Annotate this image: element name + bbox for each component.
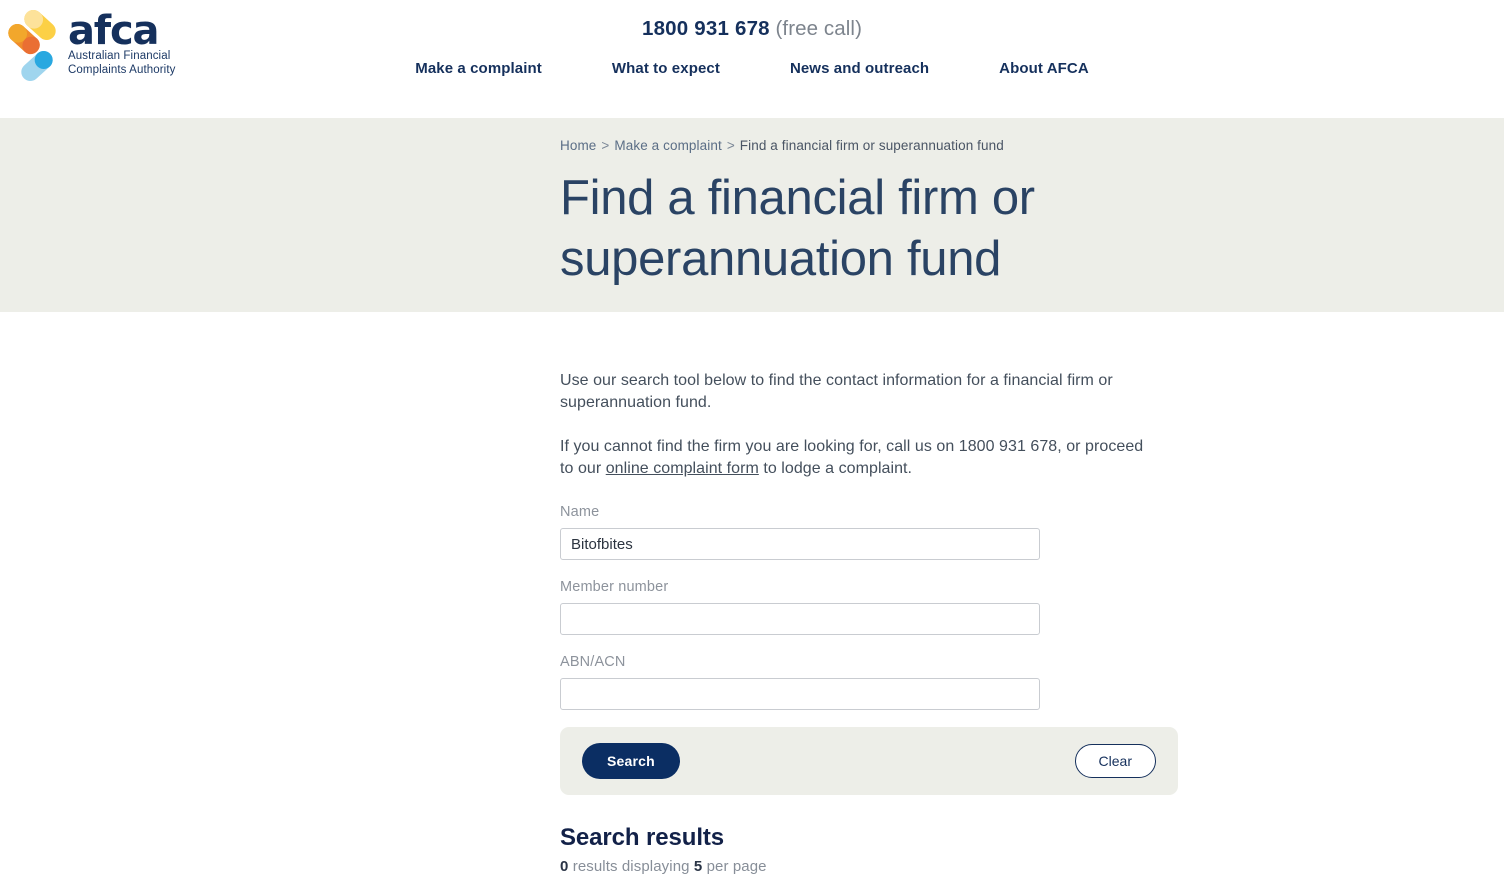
member-number-input[interactable]	[560, 603, 1040, 635]
abn-acn-field-label: ABN/ACN	[560, 654, 626, 670]
search-results-section: Search results 0 results displaying 5 pe…	[560, 823, 1174, 878]
member-number-field-label: Member number	[560, 579, 669, 595]
results-count: 0	[560, 858, 569, 875]
search-results-heading: Search results	[560, 824, 725, 851]
breadcrumb-separator-1: >	[601, 138, 610, 153]
breadcrumb-item-make-a-complaint[interactable]: Make a complaint	[614, 138, 721, 153]
site-header: afca Australian Financial Complaints Aut…	[0, 0, 1504, 118]
header-phone: 1800 931 678 (free call)	[0, 16, 1504, 42]
breadcrumb: Home > Make a complaint > Find a financial f…	[560, 136, 1174, 156]
nav-item-news-and-outreach[interactable]: News and outreach	[755, 58, 964, 80]
results-count-suffix: results displaying	[568, 858, 694, 875]
page-title: Find a financial firm or superannuation …	[560, 171, 1035, 286]
search-results-meta: 0 results displaying 5 per page	[560, 856, 1174, 878]
main-content: Use our search tool below to find the co…	[0, 312, 1504, 878]
intro-paragraph-1: Use our search tool below to find the co…	[560, 372, 1113, 411]
nav-item-what-to-expect[interactable]: What to expect	[577, 58, 755, 80]
online-complaint-form-link[interactable]: online complaint form	[606, 460, 759, 477]
name-input[interactable]	[560, 528, 1040, 560]
abn-acn-input[interactable]	[560, 678, 1040, 710]
results-per-page: 5	[693, 858, 703, 875]
clear-button[interactable]: Clear	[1074, 744, 1156, 778]
nav-item-make-a-complaint[interactable]: Make a complaint	[380, 58, 577, 80]
intro-paragraph-2: If you cannot find the firm you are look…	[560, 436, 1160, 480]
form-button-bar: Search Clear	[560, 727, 1178, 795]
firm-search-form: Name Member number ABN/ACN Search Clear	[560, 502, 1178, 795]
breadcrumb-item-current: Find a financial firm or superannuation …	[739, 138, 1004, 153]
breadcrumb-separator-2: >	[726, 138, 735, 153]
main-navigation: Make a complaint What to expect News and…	[0, 58, 1504, 80]
search-button[interactable]: Search	[582, 743, 680, 779]
name-field-label: Name	[560, 504, 600, 520]
intro-paragraph-2-text-after: to lodge a complaint.	[758, 460, 913, 477]
hero-banner: Home > Make a complaint > Find a financial f…	[0, 118, 1504, 312]
phone-free-call-note: (free call)	[775, 17, 863, 40]
nav-item-about-afca[interactable]: About AFCA	[964, 58, 1124, 80]
breadcrumb-item-home[interactable]: Home	[560, 138, 596, 153]
results-per-page-suffix: per page	[702, 858, 767, 875]
phone-number[interactable]: 1800 931 678	[642, 17, 770, 40]
